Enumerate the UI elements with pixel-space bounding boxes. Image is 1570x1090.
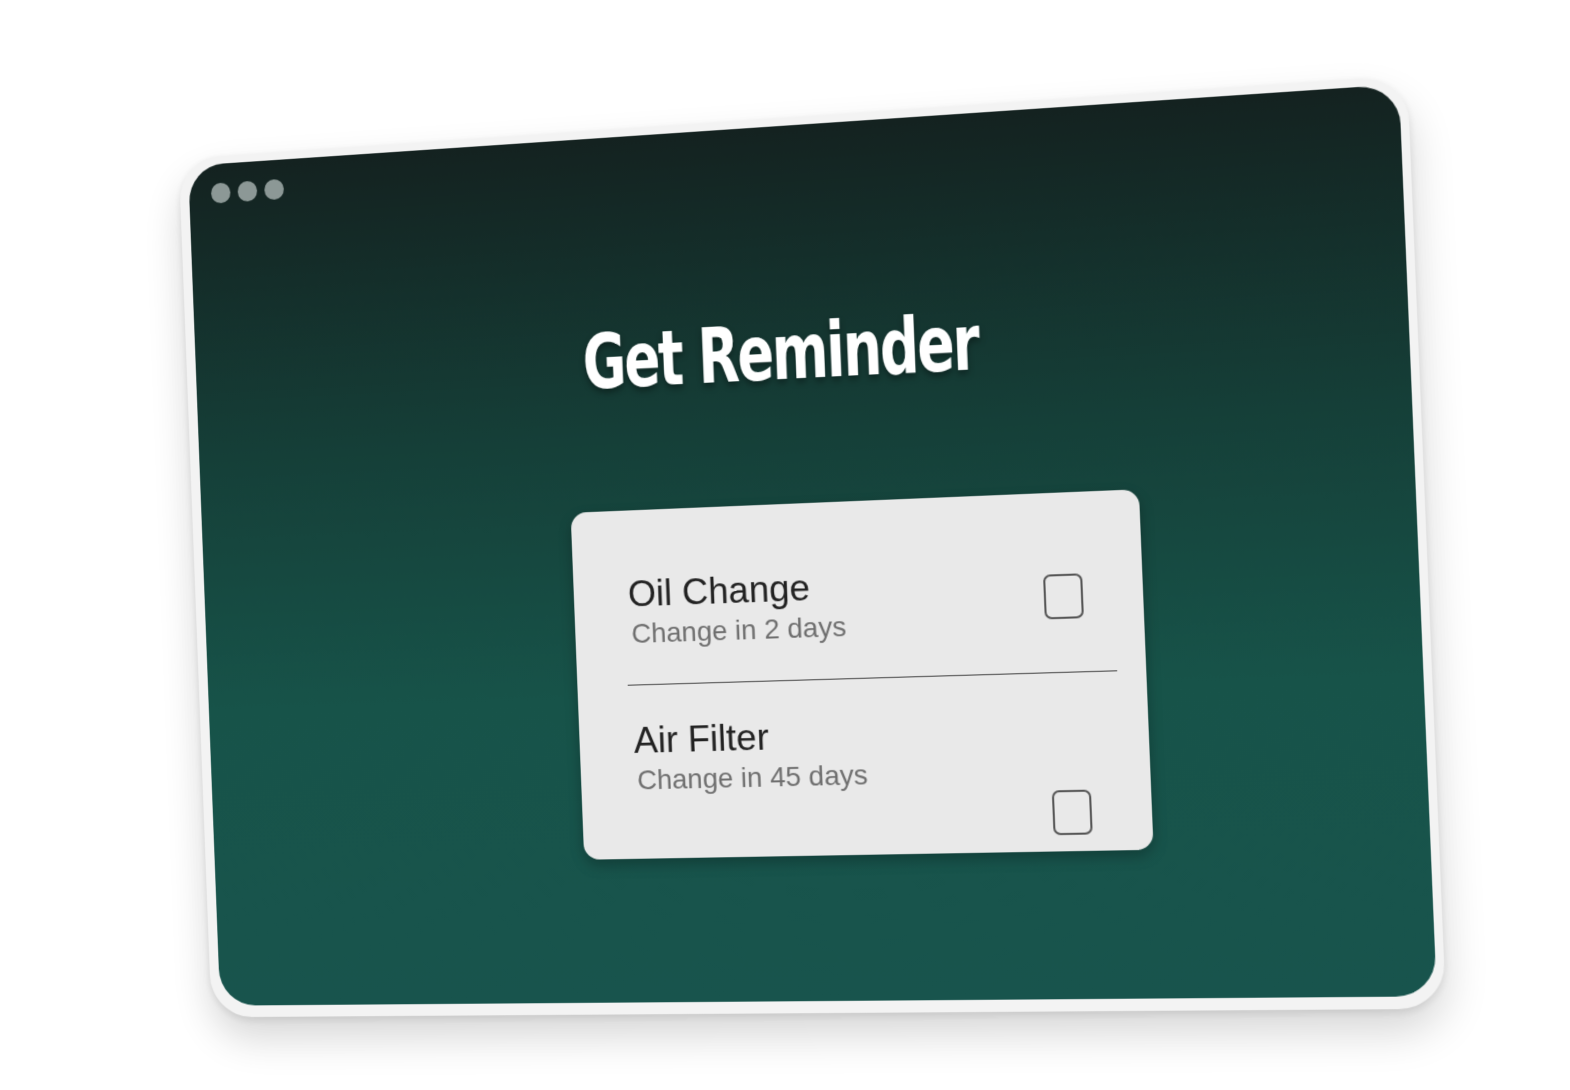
oil-change-checkbox[interactable] [1043, 573, 1084, 620]
divider [627, 670, 1118, 686]
reminder-item-oil-change: Oil Change Change in 2 days [627, 556, 1113, 651]
page-title: Get Reminder [581, 297, 980, 407]
window-dot-icon[interactable] [237, 180, 258, 203]
window-dot-icon[interactable] [264, 178, 285, 201]
reminder-item-air-filter: Air Filter Change in 45 days [633, 707, 1120, 797]
air-filter-checkbox[interactable] [1051, 789, 1093, 836]
device-frame: Get Reminder Oil Change Change in 2 days… [178, 75, 1447, 1018]
app-window: Get Reminder Oil Change Change in 2 days… [188, 84, 1437, 1006]
window-controls [210, 178, 285, 204]
reminder-card: Oil Change Change in 2 days Air Filter C… [570, 489, 1154, 860]
window-dot-icon[interactable] [210, 182, 231, 204]
stage: Get Reminder Oil Change Change in 2 days… [0, 0, 1570, 1090]
